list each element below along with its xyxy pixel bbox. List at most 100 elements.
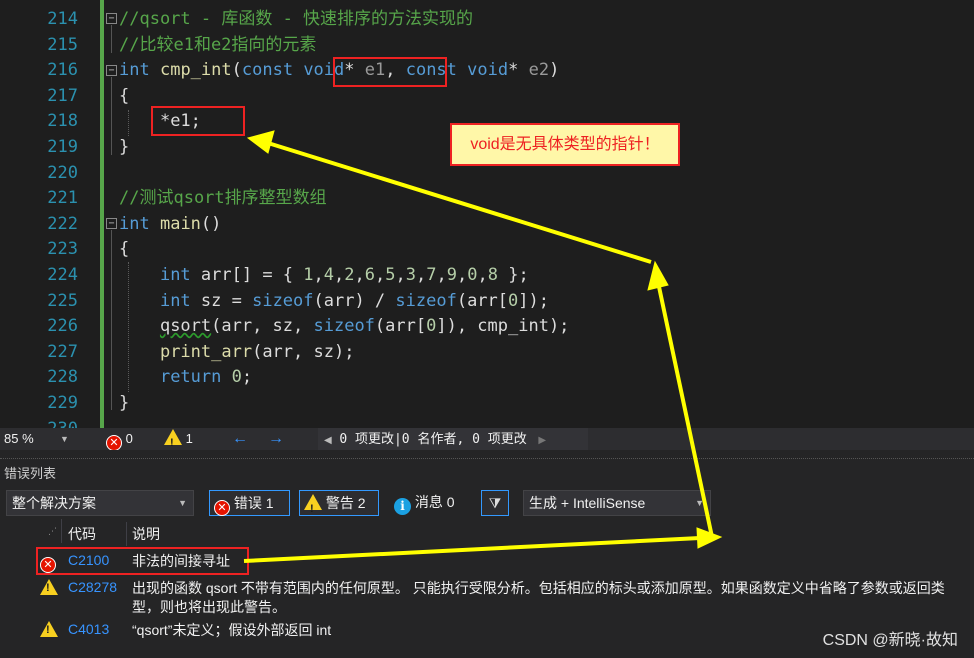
- errors-filter-button[interactable]: ✕ 错误 1: [209, 490, 290, 516]
- code-line[interactable]: }: [119, 135, 129, 161]
- code-line[interactable]: //比较e1和e2指向的元素: [119, 33, 316, 59]
- error-list-header: ⋰ 代码 说明: [0, 519, 974, 546]
- code-token: int: [119, 60, 150, 81]
- nav-back-icon[interactable]: ←: [232, 428, 248, 450]
- code-line[interactable]: print_arr(arr, sz);: [119, 340, 354, 366]
- code-token: ,: [436, 265, 447, 285]
- zoom-level[interactable]: 85 %: [4, 428, 34, 450]
- code-line[interactable]: }: [119, 391, 129, 417]
- code-line[interactable]: int sz = sizeof(arr) / sizeof(arr[0]);: [119, 289, 549, 315]
- code-line[interactable]: //qsort - 库函数 - 快速排序的方法实现的: [119, 7, 473, 33]
- code-token: e2: [528, 60, 550, 81]
- changes-text: 0 项更改|0 名作者, 0 项更改: [339, 432, 527, 447]
- code-line[interactable]: {: [119, 237, 129, 263]
- chevron-right-icon: ▶: [538, 435, 547, 446]
- line-number: 223: [47, 239, 78, 260]
- indent-guide: [128, 110, 129, 136]
- code-token: (arr[: [374, 316, 427, 337]
- column-code[interactable]: 代码: [68, 522, 96, 546]
- line-number: 229: [47, 393, 78, 413]
- code-editor[interactable]: 214 215 216 217 218 219 220 221 222 223 224 225 226 2…: [0, 0, 974, 428]
- code-token: return: [159, 367, 222, 388]
- code-token: ,: [395, 265, 406, 285]
- fold-toggle-main[interactable]: −: [106, 218, 117, 229]
- line-number: 227: [47, 341, 78, 362]
- messages-filter-label: 消息 0: [414, 494, 455, 510]
- warning-icon: !: [40, 579, 58, 595]
- code-token: 4: [323, 265, 335, 285]
- chevron-down-icon: ▼: [695, 498, 704, 508]
- code-token: (): [200, 213, 222, 234]
- row-severity-icon: !: [40, 621, 58, 638]
- column-description[interactable]: 说明: [132, 522, 160, 546]
- code-line[interactable]: int main(): [119, 212, 221, 238]
- code-token: //测试qsort排序整型数组: [119, 188, 327, 209]
- fold-toggle-comment[interactable]: −: [106, 13, 117, 24]
- code-token: (: [231, 60, 242, 81]
- code-token: //比较e1和e2指向的元素: [119, 34, 317, 55]
- line-number: 218: [47, 111, 78, 132]
- code-token: main: [159, 213, 201, 234]
- code-token: 3: [405, 265, 417, 285]
- scope-select[interactable]: 整个解决方案 ▼: [6, 490, 194, 516]
- code-token: ,: [313, 265, 324, 285]
- code-line[interactable]: return 0;: [119, 365, 252, 391]
- warnings-filter-button[interactable]: ! 警告 2: [299, 490, 379, 516]
- code-line[interactable]: int arr[] = { 1,4,2,6,5,3,7,9,0,8 };: [119, 263, 529, 289]
- line-number: 226: [47, 316, 78, 337]
- fold-line: [111, 230, 112, 410]
- status-warnings[interactable]: ! 1: [164, 428, 193, 450]
- error-code-link[interactable]: C4013: [68, 621, 109, 637]
- line-number: 216: [47, 60, 78, 81]
- messages-filter-button[interactable]: i 消息 0: [394, 490, 455, 516]
- error-row[interactable]: ! C28278 出现的函数 qsort 不带有范围内的任何原型。 只能执行受限分析…: [0, 576, 974, 616]
- code-token: };: [498, 265, 529, 285]
- status-warning-count: 1: [185, 431, 193, 446]
- error-icon: ✕: [214, 500, 230, 516]
- error-description: 非法的间接寻址: [132, 553, 230, 569]
- code-token: 5: [385, 265, 396, 285]
- line-number: 228: [47, 367, 78, 388]
- nav-forward-icon[interactable]: →: [268, 428, 284, 450]
- code-token: (arr, sz);: [252, 341, 355, 362]
- build-source-select[interactable]: 生成 + IntelliSense ▼: [523, 490, 711, 516]
- line-number: 221: [47, 188, 78, 209]
- line-number: 224: [47, 265, 78, 285]
- code-token: (arr[: [456, 290, 509, 311]
- codelens-changes[interactable]: ◀ 0 项更改|0 名作者, 0 项更改 ▶: [318, 428, 588, 450]
- errors-filter-label: 错误 1: [233, 495, 274, 511]
- code-token: ;: [241, 367, 253, 388]
- code-token: sizeof: [313, 316, 375, 337]
- code-token: print_arr: [159, 341, 253, 362]
- error-code-link[interactable]: C28278: [68, 579, 117, 595]
- code-token: }: [119, 137, 130, 157]
- status-errors[interactable]: ✕ 0: [106, 428, 133, 451]
- warnings-filter-label: 警告 2: [325, 495, 366, 511]
- fold-toggle-cmp-int[interactable]: −: [106, 65, 117, 76]
- filter-icon[interactable]: ⧩: [481, 490, 509, 516]
- line-number: 219: [47, 137, 78, 157]
- line-number: 222: [47, 213, 78, 234]
- code-line[interactable]: //测试qsort排序整型数组: [119, 186, 327, 212]
- code-token: ,: [334, 265, 345, 285]
- code-token: 0: [467, 265, 478, 285]
- code-token: //qsort - 库函数 - 快速排序的方法实现的: [119, 9, 474, 29]
- code-line[interactable]: qsort(arr, sz, sizeof(arr[0]), cmp_int);: [119, 314, 569, 340]
- splitter[interactable]: [0, 458, 974, 461]
- column-sort-icon[interactable]: ⋰: [30, 519, 62, 543]
- zoom-dropdown-icon[interactable]: ▼: [60, 428, 69, 450]
- code-token: void: [467, 60, 509, 81]
- code-token: ,: [416, 265, 427, 285]
- warning-icon: !: [164, 429, 182, 449]
- highlight-box-error-row: [36, 547, 249, 575]
- line-number: 214: [47, 9, 78, 29]
- code-line[interactable]: {: [119, 84, 129, 110]
- code-token: int: [159, 290, 191, 311]
